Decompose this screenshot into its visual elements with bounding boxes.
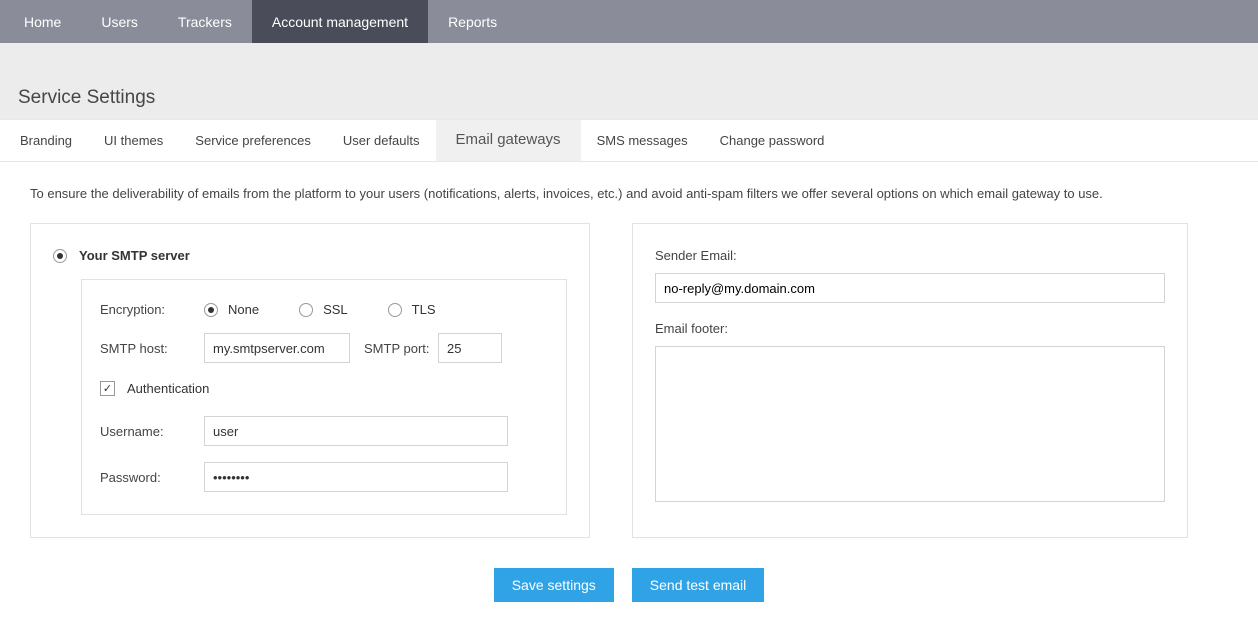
nav-account-management[interactable]: Account management: [252, 0, 428, 43]
tab-change-password[interactable]: Change password: [704, 120, 841, 161]
encryption-ssl-radio[interactable]: [299, 303, 313, 317]
page-title-bar: Service Settings: [0, 73, 1258, 119]
smtp-server-radio[interactable]: [53, 249, 67, 263]
button-row: Save settings Send test email: [0, 548, 1258, 622]
smtp-server-label: Your SMTP server: [79, 248, 190, 263]
smtp-inner-box: Encryption: None SSL TLS: [81, 279, 567, 515]
tab-user-defaults[interactable]: User defaults: [327, 120, 436, 161]
encryption-ssl-label: SSL: [323, 302, 348, 317]
username-input[interactable]: [204, 416, 508, 446]
encryption-none-radio[interactable]: [204, 303, 218, 317]
sender-panel: Sender Email: Email footer:: [632, 223, 1188, 538]
tab-email-gateways[interactable]: Email gateways: [436, 120, 581, 161]
smtp-host-input[interactable]: [204, 333, 350, 363]
password-input[interactable]: [204, 462, 508, 492]
password-label: Password:: [100, 470, 204, 485]
tab-ui-themes[interactable]: UI themes: [88, 120, 179, 161]
username-label: Username:: [100, 424, 204, 439]
smtp-port-label: SMTP port:: [364, 341, 438, 356]
encryption-tls-label: TLS: [412, 302, 436, 317]
sub-tabs: Branding UI themes Service preferences U…: [0, 119, 1258, 162]
authentication-checkbox[interactable]: ✓: [100, 381, 115, 396]
nav-trackers[interactable]: Trackers: [158, 0, 252, 43]
header-spacer: [0, 43, 1258, 73]
email-footer-textarea[interactable]: [655, 346, 1165, 502]
tab-sms-messages[interactable]: SMS messages: [581, 120, 704, 161]
tab-service-preferences[interactable]: Service preferences: [179, 120, 327, 161]
save-settings-button[interactable]: Save settings: [494, 568, 614, 602]
send-test-email-button[interactable]: Send test email: [632, 568, 765, 602]
authentication-label: Authentication: [127, 381, 209, 396]
tab-branding[interactable]: Branding: [4, 120, 88, 161]
smtp-panel: Your SMTP server Encryption: None SSL: [30, 223, 590, 538]
nav-users[interactable]: Users: [81, 0, 158, 43]
top-nav: Home Users Trackers Account management R…: [0, 0, 1258, 43]
sender-email-input[interactable]: [655, 273, 1165, 303]
page-title: Service Settings: [18, 87, 1240, 109]
intro-text: To ensure the deliverability of emails f…: [30, 186, 1228, 201]
encryption-tls-radio[interactable]: [388, 303, 402, 317]
sender-email-label: Sender Email:: [655, 248, 1165, 263]
encryption-label: Encryption:: [100, 302, 204, 317]
encryption-group: None SSL TLS: [204, 302, 436, 317]
encryption-none-label: None: [228, 302, 259, 317]
nav-home[interactable]: Home: [4, 0, 81, 43]
smtp-port-input[interactable]: [438, 333, 502, 363]
smtp-host-label: SMTP host:: [100, 341, 204, 356]
content: To ensure the deliverability of emails f…: [0, 162, 1258, 548]
nav-reports[interactable]: Reports: [428, 0, 517, 43]
panels: Your SMTP server Encryption: None SSL: [30, 223, 1228, 538]
email-footer-label: Email footer:: [655, 321, 1165, 336]
